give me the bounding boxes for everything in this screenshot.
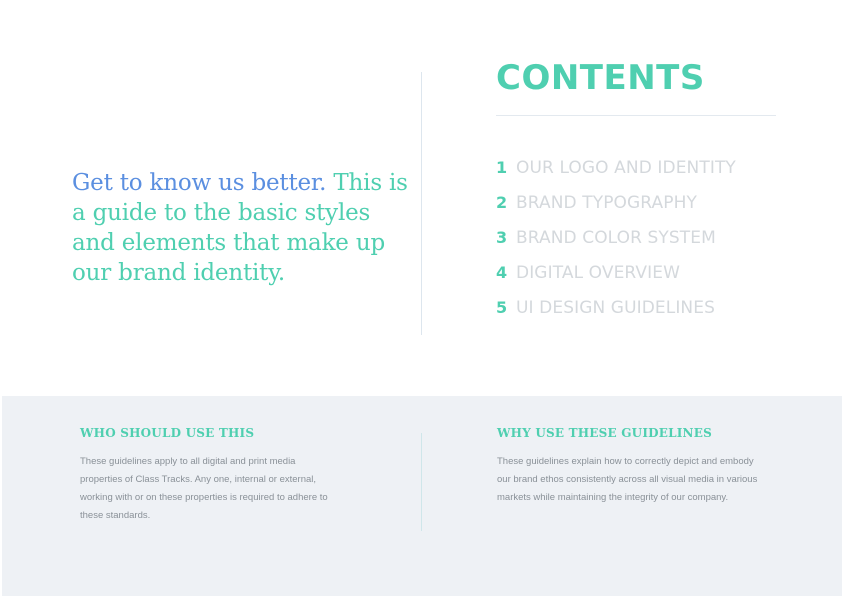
- why-line: These guidelines explain how to correctl…: [497, 456, 754, 467]
- who-line: These guidelines apply to all digital an…: [80, 456, 296, 467]
- toc-item[interactable]: 5 UI DESIGN GUIDELINES: [496, 290, 736, 325]
- toc-number: 5: [496, 298, 508, 317]
- toc-label: DIGITAL OVERVIEW: [516, 262, 680, 283]
- toc-label: UI DESIGN GUIDELINES: [516, 297, 715, 318]
- intro-statement: Get to know us better. This is a guide t…: [72, 168, 412, 288]
- toc-number: 4: [496, 263, 508, 282]
- toc-item[interactable]: 1 OUR LOGO AND IDENTITY: [496, 150, 736, 185]
- who-line: these standards.: [80, 510, 151, 521]
- info-divider: [421, 433, 422, 531]
- toc-label: BRAND TYPOGRAPHY: [516, 192, 697, 213]
- vertical-divider: [421, 72, 422, 335]
- toc-label: OUR LOGO AND IDENTITY: [516, 157, 736, 178]
- toc-item[interactable]: 2 BRAND TYPOGRAPHY: [496, 185, 736, 220]
- why-heading: WHY USE THESE GUIDELINES: [497, 426, 712, 440]
- who-line: working with or on these properties is r…: [80, 492, 328, 503]
- table-of-contents: 1 OUR LOGO AND IDENTITY 2 BRAND TYPOGRAPHY…: [496, 150, 736, 325]
- contents-title: CONTENTS: [496, 58, 705, 98]
- toc-number: 1: [496, 158, 508, 177]
- contents-divider: [496, 115, 776, 116]
- toc-label: BRAND COLOR SYSTEM: [516, 227, 716, 248]
- toc-item[interactable]: 4 DIGITAL OVERVIEW: [496, 255, 736, 290]
- toc-number: 3: [496, 228, 508, 247]
- why-line: our brand ethos consistently across all …: [497, 474, 758, 485]
- who-line: properties of Class Tracks. Any one, int…: [80, 474, 317, 485]
- why-line: markets while maintaining the integrity …: [497, 492, 729, 503]
- intro-lead: Get to know us better.: [72, 170, 327, 196]
- toc-number: 2: [496, 193, 508, 212]
- toc-item[interactable]: 3 BRAND COLOR SYSTEM: [496, 220, 736, 255]
- who-heading: WHO SHOULD USE THIS: [80, 426, 255, 440]
- why-body: These guidelines explain how to correctl…: [497, 453, 757, 507]
- who-body: These guidelines apply to all digital an…: [80, 453, 328, 525]
